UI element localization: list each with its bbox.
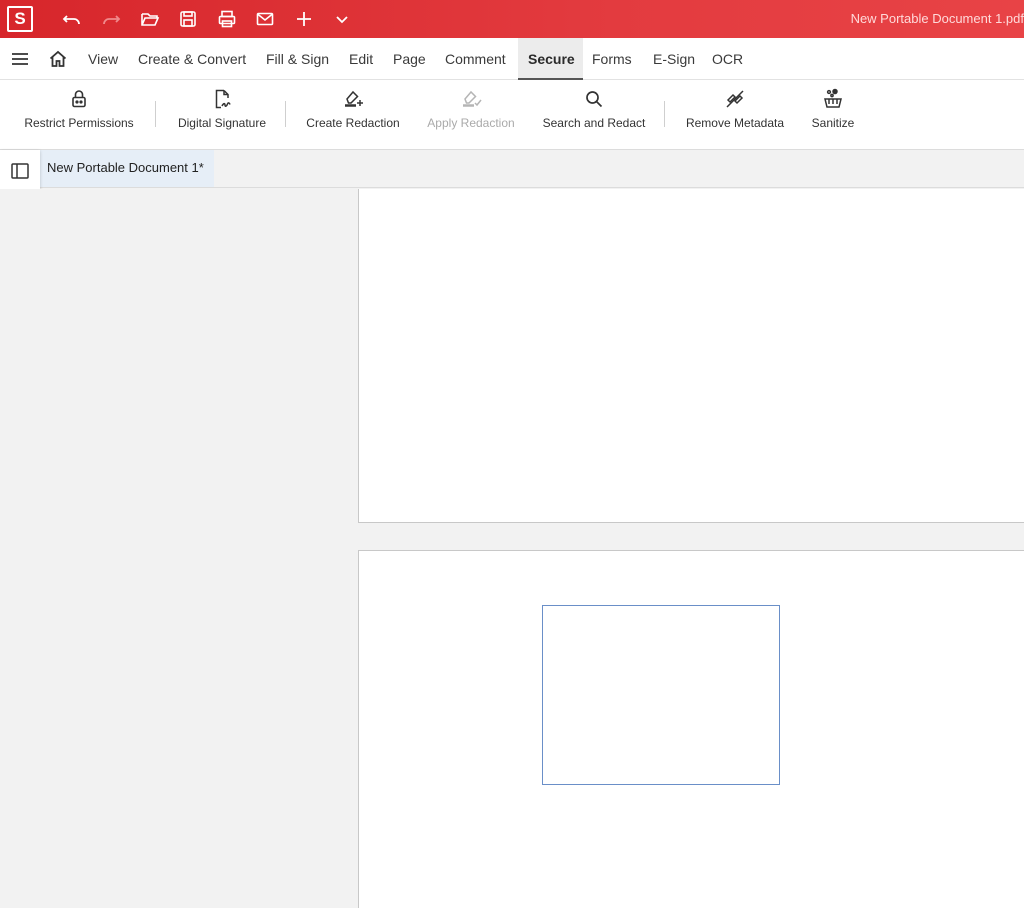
- sanitize-label: Sanitize: [811, 116, 855, 130]
- email-icon[interactable]: [252, 7, 278, 31]
- create-redaction-icon: [345, 90, 363, 107]
- pdf-page[interactable]: [358, 550, 1024, 908]
- create-redaction-button[interactable]: Create Redaction: [303, 88, 403, 144]
- pdf-page[interactable]: [358, 189, 1024, 523]
- remove-metadata-label: Remove Metadata: [685, 116, 785, 130]
- restrict-permissions-label: Restrict Permissions: [24, 116, 134, 130]
- undo-icon[interactable]: [59, 7, 85, 31]
- home-icon[interactable]: [47, 49, 69, 69]
- window-title: New Portable Document 1.pdf: [850, 11, 1024, 26]
- secure-ribbon: Restrict Permissions Digital Signature C…: [0, 80, 1024, 150]
- apply-redaction-icon: [463, 90, 482, 107]
- lock-icon: [72, 90, 86, 108]
- title-bar: S New Portable Document 1.pdf: [0, 0, 1024, 38]
- menu-secure[interactable]: Secure: [518, 38, 583, 80]
- menu-ocr[interactable]: OCR: [702, 38, 753, 80]
- chevron-down-icon[interactable]: [329, 7, 355, 31]
- menu-bar: View Create & Convert Fill & Sign Edit P…: [0, 38, 1024, 80]
- search-icon: [586, 91, 603, 108]
- rectangle-annotation[interactable]: [542, 605, 780, 785]
- menu-page[interactable]: Page: [383, 38, 436, 80]
- sidebar-toggle-icon[interactable]: [9, 160, 31, 182]
- redo-icon[interactable]: [98, 7, 124, 31]
- app-logo[interactable]: S: [7, 6, 33, 32]
- apply-redaction-label: Apply Redaction: [427, 116, 515, 130]
- save-icon[interactable]: [175, 7, 201, 31]
- digital-signature-button[interactable]: Digital Signature: [172, 88, 272, 144]
- menu-edit[interactable]: Edit: [339, 38, 383, 80]
- ribbon-separator: [664, 101, 665, 127]
- document-viewer[interactable]: [0, 189, 1024, 908]
- document-tab[interactable]: New Portable Document 1*: [40, 150, 214, 187]
- menu-e-sign[interactable]: E-Sign: [643, 38, 705, 80]
- restrict-permissions-button[interactable]: Restrict Permissions: [20, 88, 138, 144]
- create-redaction-label: Create Redaction: [306, 116, 400, 130]
- ribbon-separator: [285, 101, 286, 127]
- signature-icon: [215, 89, 231, 109]
- remove-metadata-icon: [726, 90, 744, 108]
- sanitize-icon: [824, 88, 842, 108]
- print-icon[interactable]: [214, 7, 240, 31]
- search-and-redact-label: Search and Redact: [542, 116, 646, 130]
- ribbon-separator: [155, 101, 156, 127]
- menu-comment[interactable]: Comment: [435, 38, 516, 80]
- menu-forms[interactable]: Forms: [582, 38, 642, 80]
- hamburger-menu-icon[interactable]: [9, 49, 31, 69]
- menu-view[interactable]: View: [78, 38, 128, 80]
- app-logo-letter: S: [14, 9, 26, 28]
- document-tab-strip: New Portable Document 1*: [0, 150, 1024, 188]
- open-folder-icon[interactable]: [137, 7, 163, 31]
- search-and-redact-button[interactable]: Search and Redact: [538, 88, 650, 144]
- menu-fill-sign[interactable]: Fill & Sign: [256, 38, 339, 80]
- menu-create-convert[interactable]: Create & Convert: [128, 38, 256, 80]
- remove-metadata-button[interactable]: Remove Metadata: [681, 88, 789, 144]
- digital-signature-label: Digital Signature: [177, 116, 267, 130]
- plus-icon[interactable]: [291, 7, 317, 31]
- apply-redaction-button[interactable]: Apply Redaction: [421, 88, 521, 144]
- sanitize-button[interactable]: Sanitize: [803, 88, 863, 144]
